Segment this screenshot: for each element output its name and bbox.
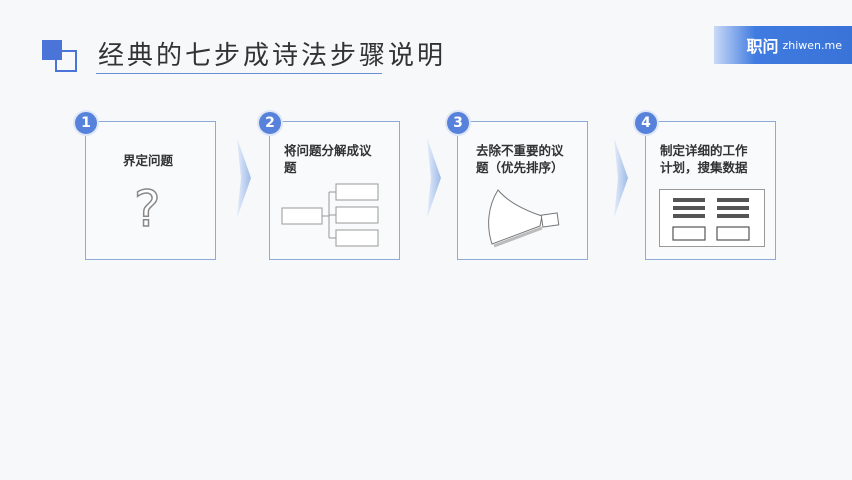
funnel-icon [488, 189, 560, 248]
step-card-3: 去除不重要的议 题（优先排序） [457, 121, 588, 260]
logo-square-outline [55, 50, 77, 72]
step-3-number: 3 [445, 110, 471, 136]
step-4-line-1: 制定详细的工作 [660, 143, 748, 158]
issue-tree-icon [281, 183, 379, 247]
step-card-2: 将问题分解成议 题 [269, 121, 400, 260]
brand-name: 职问 [746, 37, 779, 56]
question-mark-icon: ? [133, 180, 161, 238]
step-1-label: 界定问题 [123, 153, 174, 168]
title-underline [96, 73, 382, 74]
step-3-label: 去除不重要的议 题（优先排序） [476, 142, 564, 176]
brand-banner: 职问 zhiwen.me [714, 26, 852, 64]
page-title: 经典的七步成诗法步骤说明 [98, 41, 447, 71]
step-1-number: 1 [73, 110, 99, 136]
step-3-line-2: 题（优先排序） [476, 160, 564, 175]
step-card-4: 制定详细的工作 计划，搜集数据 [645, 121, 776, 260]
step-2-line-1: 将问题分解成议 [284, 143, 372, 158]
chevron-arrow-icon [614, 138, 628, 218]
step-4-number: 4 [633, 110, 659, 136]
work-plan-icon [659, 189, 765, 247]
step-4-label: 制定详细的工作 计划，搜集数据 [660, 142, 748, 176]
chevron-arrow-icon [237, 138, 251, 218]
step-3-line-1: 去除不重要的议 [476, 143, 564, 158]
step-card-1: 界定问题 ? [85, 121, 216, 260]
slide: 经典的七步成诗法步骤说明 职问 zhiwen.me 界定问题 ? 1 将问题分解… [0, 0, 852, 480]
chevron-arrow-icon [427, 138, 441, 218]
step-2-number: 2 [257, 110, 283, 136]
step-2-label: 将问题分解成议 题 [284, 142, 372, 176]
step-2-line-2: 题 [284, 160, 297, 175]
brand-domain: zhiwen.me [782, 38, 842, 52]
step-4-line-2: 计划，搜集数据 [660, 160, 748, 175]
